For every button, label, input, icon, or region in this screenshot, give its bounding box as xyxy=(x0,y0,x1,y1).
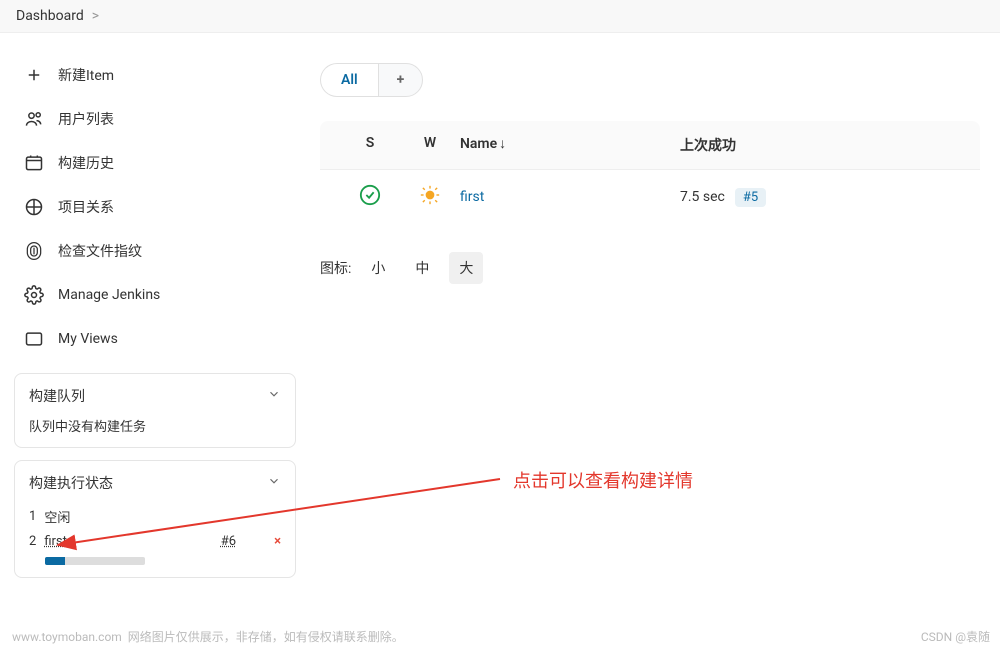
last-success-text: 7.5 sec xyxy=(680,189,725,205)
sort-arrow-icon: ↓ xyxy=(499,136,506,152)
view-tabs: All + xyxy=(320,63,980,97)
sidebar-item-relations[interactable]: 项目关系 xyxy=(16,185,294,229)
sidebar-item-myviews[interactable]: My Views xyxy=(16,317,294,361)
icon-size-large[interactable]: 大 xyxy=(449,252,483,284)
sidebar-item-users[interactable]: 用户列表 xyxy=(16,97,294,141)
footer-watermark-left: www.toymoban.com 网络图片仅供展示，非存储，如有侵权请联系删除。 xyxy=(12,628,404,645)
main-content: All + S W Name↓ 上次成功 xyxy=(310,33,1000,598)
chevron-down-icon[interactable] xyxy=(267,474,281,492)
icon-size-selector: 图标: 小 中 大 xyxy=(320,252,980,284)
sidebar-item-manage[interactable]: Manage Jenkins xyxy=(16,273,294,317)
executor-num: 2 xyxy=(29,534,36,549)
sidebar-label: Manage Jenkins xyxy=(58,287,160,303)
executor-job-link[interactable]: first xyxy=(44,534,67,549)
executor-panel: 构建执行状态 1 空闲 2 first #6 × xyxy=(14,460,296,578)
sidebar: 新建Item 用户列表 构建历史 项目关系 xyxy=(0,33,310,598)
build-queue-title: 构建队列 xyxy=(29,386,85,406)
cancel-build-icon[interactable]: × xyxy=(274,534,281,549)
queue-empty-text: 队列中没有构建任务 xyxy=(29,416,281,435)
sidebar-item-history[interactable]: 构建历史 xyxy=(16,141,294,185)
sidebar-label: My Views xyxy=(58,331,118,347)
icon-size-small[interactable]: 小 xyxy=(361,252,395,284)
views-icon xyxy=(24,329,44,349)
col-header-last-success[interactable]: 上次成功 xyxy=(680,135,960,155)
table-header: S W Name↓ 上次成功 xyxy=(320,121,980,169)
sidebar-item-fingerprint[interactable]: 检查文件指纹 xyxy=(16,229,294,273)
executor-row-1: 1 空闲 xyxy=(29,503,281,530)
job-table: S W Name↓ 上次成功 fi xyxy=(320,121,980,224)
sidebar-label: 项目关系 xyxy=(58,197,114,217)
history-icon xyxy=(24,153,44,173)
executor-title: 构建执行状态 xyxy=(29,473,113,493)
build-progress[interactable] xyxy=(45,557,145,565)
executor-num: 1 xyxy=(29,509,36,524)
tab-all[interactable]: All xyxy=(320,63,378,97)
weather-sunny-icon xyxy=(419,184,441,206)
fingerprint-icon xyxy=(24,241,44,261)
col-header-name[interactable]: Name↓ xyxy=(460,135,680,155)
icon-size-medium[interactable]: 中 xyxy=(405,252,439,284)
relations-icon xyxy=(24,197,44,217)
sidebar-label: 新建Item xyxy=(58,65,114,85)
table-row: first 7.5 sec #5 xyxy=(320,169,980,224)
breadcrumb-separator: > xyxy=(92,8,99,24)
sidebar-label: 检查文件指纹 xyxy=(58,241,142,261)
executor-build-link[interactable]: #6 xyxy=(221,534,236,549)
gear-icon xyxy=(24,285,44,305)
build-badge[interactable]: #5 xyxy=(735,188,766,207)
status-success-icon xyxy=(359,184,381,206)
progress-fill xyxy=(45,557,65,565)
chevron-down-icon[interactable] xyxy=(267,387,281,405)
sidebar-label: 构建历史 xyxy=(58,153,114,173)
breadcrumb-dashboard[interactable]: Dashboard xyxy=(16,8,84,24)
col-header-weather[interactable]: W xyxy=(400,135,460,155)
users-icon xyxy=(24,109,44,129)
col-header-status[interactable]: S xyxy=(340,135,400,155)
tab-add-button[interactable]: + xyxy=(378,63,424,97)
executor-row-2: 2 first #6 × xyxy=(29,530,281,553)
icon-size-label: 图标: xyxy=(320,258,351,278)
build-queue-panel: 构建队列 队列中没有构建任务 xyxy=(14,373,296,448)
sidebar-label: 用户列表 xyxy=(58,109,114,129)
plus-icon xyxy=(24,65,44,85)
annotation-text: 点击可以查看构建详情 xyxy=(513,467,693,493)
executor-idle: 空闲 xyxy=(44,507,70,526)
job-name-link[interactable]: first xyxy=(460,189,484,205)
footer-watermark-right: CSDN @袁随 xyxy=(921,628,990,645)
sidebar-item-new[interactable]: 新建Item xyxy=(16,53,294,97)
breadcrumb: Dashboard > xyxy=(0,0,1000,33)
